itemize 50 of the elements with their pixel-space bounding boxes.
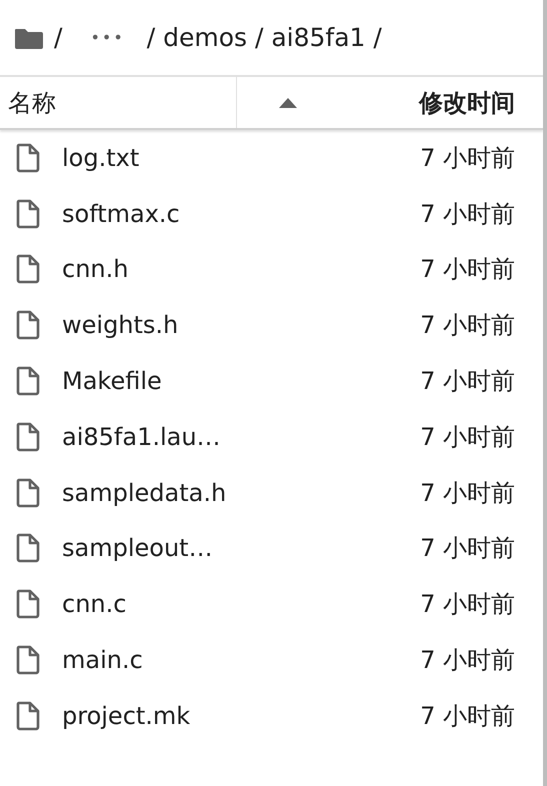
modified-time: 7 小时前 [420,422,515,453]
file-name: project.mk [62,702,192,730]
modified-time: 7 小时前 [420,254,515,286]
file-row[interactable]: main.c 7 小时前 [0,632,543,688]
file-icon [16,142,40,173]
breadcrumb-path[interactable]: / [54,23,62,52]
modified-time: 7 小时前 [420,310,515,342]
modified-time: 7 小时前 [420,478,515,509]
file-icon [16,310,40,340]
file-row[interactable]: sampledata.h 7 小时前 [0,464,543,521]
file-icon [16,198,40,229]
file-name: log.txt [62,144,140,172]
modified-time: 7 小时前 [420,700,515,732]
modified-time: 7 小时前 [420,533,515,564]
file-icon [16,422,40,452]
file-icon [16,366,40,396]
file-row[interactable]: log.txt 7 小时前 [0,130,543,186]
file-row[interactable]: softmax.c 7 小时前 [0,186,543,242]
modified-time: 7 小时前 [420,645,515,676]
column-header[interactable]: 修改时间 [237,77,543,128]
file-icon [16,700,40,731]
file-name: softmax.c [62,200,181,228]
modified-time: 7 小时前 [420,142,515,174]
ellipsis-link[interactable]: ••• [72,28,137,47]
file-row[interactable]: cnn.c 7 小时前 [0,576,543,632]
sort-ascending-icon [279,98,297,108]
file-icon [16,645,40,676]
file-name: sampledata.h [62,478,228,507]
file-icon [16,533,40,564]
file-row[interactable]: project.mk 7 小时前 [0,688,543,744]
file-row[interactable]: ai85fa1.lau… 7 小时前 [0,408,543,465]
file-name: main.c [62,646,144,674]
file-row[interactable]: weights.h 7 小时前 [0,297,543,354]
file-row[interactable]: Makefile 7 小时前 [0,353,543,409]
file-name: cnn.h [62,255,130,284]
file-icon [16,254,40,284]
file-name: weights.h [62,311,180,340]
file-name: ai85fa1.lau… [62,422,222,451]
modified-time: 7 小时前 [420,198,515,230]
file-name: Makefile [62,367,163,396]
column-header[interactable]: 名称 [0,77,237,128]
breadcrumb-path[interactable]: / demos / ai85fa1 / [146,23,382,52]
file-name: cnn.c [62,590,128,618]
file-icon [16,589,40,620]
file-row[interactable]: cnn.h 7 小时前 [0,242,543,298]
modified-time: 7 小时前 [420,589,515,620]
file-row[interactable]: sampleout… 7 小时前 [0,520,543,576]
file-name: sampleout… [62,534,214,562]
modified-time: 7 小时前 [420,366,515,398]
file-icon [16,478,40,508]
